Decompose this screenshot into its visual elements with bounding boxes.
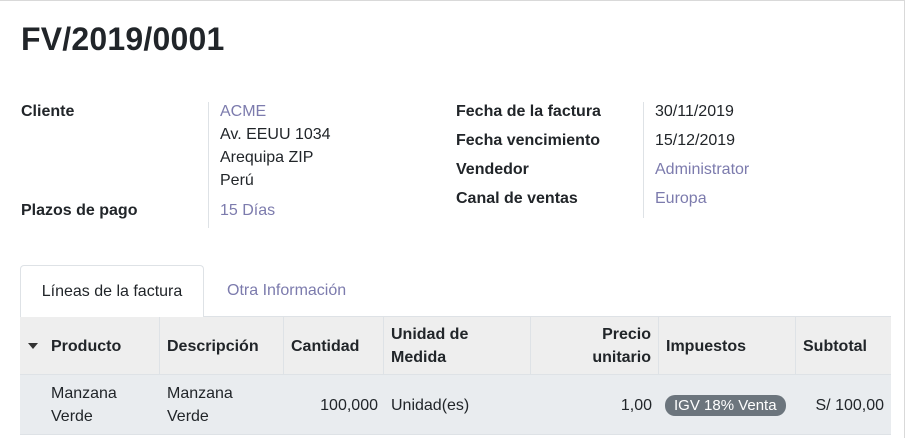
salesperson-link[interactable]: Administrator <box>655 161 749 179</box>
tab-other-info[interactable]: Otra Información <box>227 265 346 317</box>
notebook-tabs: Líneas de la factura Otra Información <box>20 265 891 318</box>
invoice-date-label: Fecha de la factura <box>456 103 601 120</box>
table-row[interactable]: Manzana Verde Manzana Verde 100,000 Unid… <box>20 375 891 435</box>
address-line-3: Perú <box>220 172 254 189</box>
cell-quantity: 100,000 <box>320 396 378 414</box>
col-unit-price[interactable]: Precio unitario <box>531 317 659 375</box>
col-uom[interactable]: Unidad de Medida <box>384 317 531 375</box>
left-field-divider <box>208 102 209 228</box>
tab-invoice-lines[interactable]: Líneas de la factura <box>20 265 204 318</box>
sales-channel-link[interactable]: Europa <box>655 190 707 208</box>
cell-product: Manzana Verde <box>44 375 160 435</box>
cell-description-line-2: Verde <box>167 408 209 425</box>
col-product[interactable]: Producto <box>44 317 160 375</box>
col-quantity-label: Cantidad <box>291 337 360 355</box>
cell-description-line-1: Manzana <box>167 385 233 402</box>
address-line-1: Av. EEUU 1034 <box>220 126 331 143</box>
col-description-label: Descripción <box>167 337 259 355</box>
cell-unit-price: 1,00 <box>620 396 652 414</box>
col-description[interactable]: Descripción <box>160 317 284 375</box>
col-price-line-2: unitario <box>592 349 651 366</box>
right-field-divider <box>643 102 644 218</box>
address-line-2: Arequipa ZIP <box>220 149 314 166</box>
col-uom-line-2: Medida <box>391 349 447 366</box>
cell-uom: Unidad(es) <box>391 396 470 414</box>
due-date-label: Fecha vencimiento <box>456 132 601 149</box>
sales-channel-label: Canal de ventas <box>456 190 578 207</box>
payment-terms-link[interactable]: 15 Días <box>220 202 275 220</box>
sort-handle[interactable] <box>20 317 44 375</box>
cell-taxes: IGV 18% Venta <box>659 375 796 435</box>
payment-terms-label: Plazos de pago <box>21 202 138 219</box>
col-taxes[interactable]: Impuestos <box>659 317 796 375</box>
cell-product-line-2: Verde <box>51 408 93 425</box>
col-quantity[interactable]: Cantidad <box>284 317 384 375</box>
col-uom-label: Unidad de Medida <box>391 323 468 369</box>
invoice-date-value: 30/11/2019 <box>655 103 734 120</box>
col-price-line-1: Precio <box>602 326 651 343</box>
col-taxes-label: Impuestos <box>666 337 747 355</box>
cell-product-line-1: Manzana <box>51 385 117 402</box>
invoice-form: FV/2019/0001 Cliente ACME Av. EEUU 1034 … <box>0 0 905 438</box>
due-date-value: 15/12/2019 <box>655 132 736 149</box>
client-label: Cliente <box>21 103 75 120</box>
col-product-label: Producto <box>51 337 122 355</box>
page-title: FV/2019/0001 <box>21 21 225 57</box>
cell-description: Manzana Verde <box>160 375 284 435</box>
cell-subtotal: S/ 100,00 <box>815 396 885 414</box>
client-link[interactable]: ACME <box>220 103 266 121</box>
col-subtotal[interactable]: Subtotal <box>796 317 891 375</box>
caret-down-icon <box>28 343 38 349</box>
table-header: Producto Descripción Cantidad Unidad de … <box>20 317 891 375</box>
col-uom-line-1: Unidad de <box>391 326 469 343</box>
salesperson-label: Vendedor <box>456 161 529 178</box>
col-unit-price-label: Precio unitario <box>592 323 651 369</box>
tax-badge: IGV 18% Venta <box>665 394 786 416</box>
col-subtotal-label: Subtotal <box>803 337 867 355</box>
